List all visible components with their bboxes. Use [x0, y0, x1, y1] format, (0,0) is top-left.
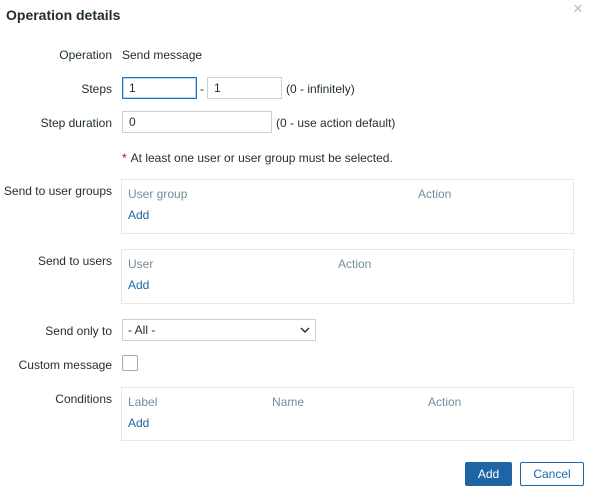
required-star: * [122, 151, 127, 165]
users-label: Send to users [37, 254, 112, 268]
user-groups-col-action: Action [418, 187, 452, 201]
close-icon[interactable]: ✕ [571, 2, 585, 16]
step-duration-label: Step duration [40, 116, 112, 130]
custom-message-checkbox[interactable] [122, 355, 138, 371]
cancel-button[interactable]: Cancel [520, 462, 584, 486]
users-add-link[interactable]: Add [128, 278, 149, 292]
users-table: User Action Add [121, 249, 574, 304]
users-col-action: Action [338, 257, 372, 271]
steps-to-input[interactable] [207, 77, 282, 99]
step-duration-hint: (0 - use action default) [276, 116, 396, 130]
step-duration-input[interactable] [122, 111, 272, 133]
conditions-table: Label Name Action Add [121, 387, 574, 441]
users-col-user: User [128, 257, 154, 271]
custom-message-label: Custom message [18, 358, 112, 372]
conditions-col-name: Name [272, 395, 305, 409]
user-groups-label: Send to user groups [3, 184, 112, 198]
conditions-col-label: Label [128, 395, 158, 409]
steps-from-input[interactable] [122, 77, 197, 99]
requirement-text: At least one user or user group must be … [130, 151, 393, 165]
user-groups-table: User group Action Add [121, 179, 574, 234]
send-only-to-label: Send only to [45, 324, 112, 338]
user-groups-add-link[interactable]: Add [128, 208, 149, 222]
conditions-label: Conditions [55, 392, 112, 406]
steps-hint: (0 - infinitely) [286, 82, 355, 96]
conditions-col-action: Action [428, 395, 462, 409]
dialog-title: Operation details [6, 7, 121, 23]
add-button[interactable]: Add [465, 462, 512, 486]
user-groups-col-user-group: User group [128, 187, 188, 201]
steps-separator: - [200, 82, 204, 96]
operation-value: Send message [122, 48, 203, 62]
operation-label: Operation [59, 48, 112, 62]
steps-label: Steps [81, 82, 112, 96]
send-only-to-select[interactable]: - All - [122, 319, 316, 341]
conditions-add-link[interactable]: Add [128, 416, 149, 430]
chevron-down-icon [300, 327, 310, 333]
send-only-to-value: - All - [128, 323, 156, 337]
requirement-note: * At least one user or user group must be… [122, 151, 393, 165]
operation-details-dialog: Operation details ✕ Operation Send messa… [0, 0, 591, 495]
